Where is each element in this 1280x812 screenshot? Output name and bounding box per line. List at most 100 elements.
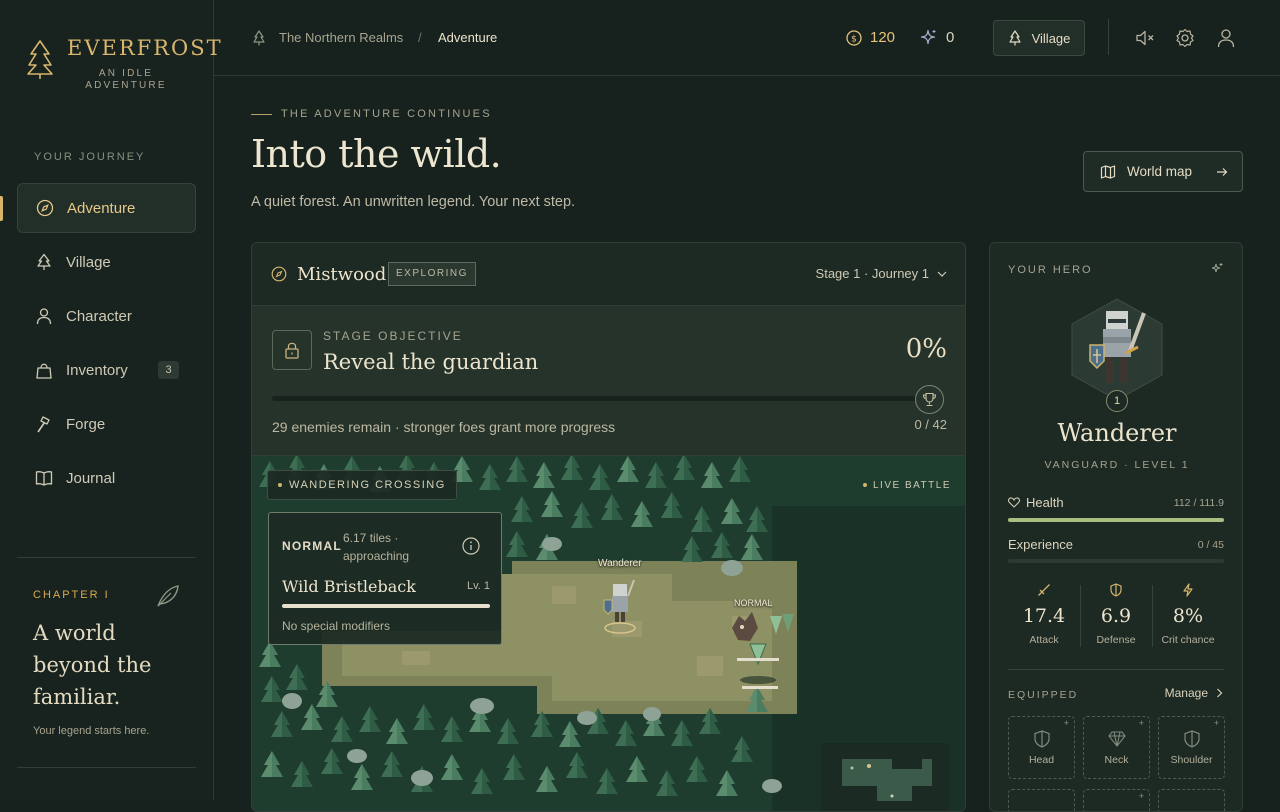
chevron-down-icon	[937, 271, 947, 277]
slot-shield-icon	[1184, 730, 1200, 748]
objective-percent: 0%	[905, 334, 947, 364]
nav-item-adventure[interactable]: Adventure	[17, 183, 196, 233]
defense-value: 6.9	[1100, 605, 1132, 627]
location-header: Mistwood EXPLORING Stage 1 · Journey 1	[252, 243, 965, 306]
stat-attack: 17.4 Attack	[1008, 583, 1080, 646]
enemy-health-fill	[282, 604, 490, 608]
trophy-icon	[915, 385, 944, 414]
manage-equipment-link[interactable]: Manage	[1165, 686, 1223, 700]
tree-icon	[1008, 30, 1021, 46]
lock-icon	[272, 330, 312, 370]
world-map-label: World map	[1127, 164, 1193, 179]
nav-label: Journal	[66, 469, 116, 487]
toolbar-divider	[1108, 19, 1109, 55]
location-name: Mistwood	[297, 264, 387, 285]
slot-label: Neck	[1104, 754, 1129, 766]
hero-level-badge: 1	[1106, 390, 1128, 412]
experience-row: Experience 0 / 45	[1008, 537, 1224, 552]
svg-text:$: $	[851, 34, 857, 44]
bolt-icon	[1183, 583, 1193, 597]
hero-map-label: Wanderer	[598, 558, 642, 569]
page-title: Into the wild.	[251, 132, 502, 176]
chevron-right-icon	[1217, 688, 1223, 698]
nav-item-village[interactable]: Village	[17, 237, 196, 287]
objective-note: 29 enemies remain · stronger foes grant …	[272, 419, 616, 435]
hero-divider	[1008, 669, 1224, 670]
nav-label: Adventure	[67, 199, 136, 217]
compass-icon	[271, 266, 287, 282]
book-icon	[35, 471, 53, 486]
objective-progress-bar	[272, 396, 919, 401]
crit-label: Crit chance	[1161, 634, 1215, 646]
nav-item-forge[interactable]: Forge	[17, 399, 196, 449]
breadcrumb-separator: /	[418, 30, 422, 45]
objective-count: 0 / 42	[914, 417, 947, 432]
nav-label: Inventory	[66, 361, 128, 379]
slot-label: Head	[1028, 754, 1055, 766]
nav-label: Village	[66, 253, 111, 271]
sidebar-divider	[17, 767, 196, 768]
crit-value: 8%	[1172, 605, 1204, 627]
info-icon[interactable]	[462, 537, 480, 555]
minimap-frame	[821, 743, 949, 811]
profile-icon[interactable]	[1217, 28, 1235, 48]
sparkle-icon[interactable]	[1210, 262, 1224, 276]
village-button[interactable]: Village	[993, 20, 1085, 56]
defense-label: Defense	[1096, 634, 1136, 646]
equip-slot[interactable]	[1008, 789, 1075, 811]
hero-panel: YOUR HERO 1 Wanderer VANGUARD · LEVEL 1 …	[989, 242, 1243, 812]
hero-name: Wanderer	[1057, 419, 1177, 447]
nav-item-journal[interactable]: Journal	[17, 453, 196, 503]
objective-title: Reveal the guardian	[323, 350, 539, 374]
world-map-button[interactable]: World map	[1083, 151, 1243, 192]
page-eyebrow: THE ADVENTURE CONTINUES	[251, 108, 492, 120]
brand-tagline: AN IDLE ADVENTURE	[85, 68, 167, 91]
tree-icon	[37, 253, 51, 270]
health-label: Health	[1026, 495, 1064, 510]
nav-label: Character	[66, 307, 132, 325]
nav-item-inventory[interactable]: Inventory 3	[17, 345, 196, 395]
hero-class-line: VANGUARD · LEVEL 1	[1044, 459, 1190, 471]
chapter-subtitle: Your legend starts here.	[33, 725, 150, 737]
nav-item-character[interactable]: Character	[17, 291, 196, 341]
person-icon	[36, 308, 52, 325]
health-bar	[1008, 518, 1224, 522]
equipped-heading: EQUIPPED	[1008, 689, 1079, 701]
essence-amount: 0	[946, 29, 955, 46]
hero-heading: YOUR HERO	[1008, 264, 1093, 276]
experience-label: Experience	[1008, 537, 1074, 552]
enemy-level: Lv. 1	[466, 580, 490, 592]
feather-icon	[157, 585, 179, 607]
stat-defense: 6.9 Defense	[1080, 583, 1152, 646]
sidebar-divider	[17, 557, 196, 558]
equip-slot-shoulder[interactable]: + Shoulder	[1158, 716, 1225, 779]
stage-label: Stage 1 · Journey 1	[815, 266, 929, 281]
equip-slot[interactable]: +	[1083, 789, 1150, 811]
bag-icon	[36, 363, 52, 379]
health-row: Health 112 / 111.9	[1008, 495, 1224, 510]
target-enemy-card[interactable]: NORMAL 6.17 tiles · approaching Wild Bri…	[268, 512, 502, 645]
pine-tree-logo-icon	[27, 40, 53, 79]
sword-icon	[1038, 584, 1050, 596]
active-nav-marker	[0, 196, 3, 221]
battle-map[interactable]: WANDERING CROSSING LIVE BATTLE Wanderer …	[252, 456, 965, 811]
equip-slot[interactable]	[1158, 789, 1225, 811]
manage-label: Manage	[1164, 686, 1208, 700]
equip-slot-neck[interactable]: + Neck	[1083, 716, 1150, 779]
breadcrumb-root[interactable]: The Northern Realms	[279, 30, 403, 45]
top-bar: The Northern Realms / Adventure $ 120 0 …	[214, 0, 1280, 76]
gem-icon	[1108, 731, 1126, 747]
enemy-health-bar	[282, 604, 490, 608]
stage-selector[interactable]: Stage 1 · Journey 1	[816, 266, 947, 281]
mute-icon[interactable]	[1135, 29, 1155, 47]
breadcrumb-current: Adventure	[438, 30, 498, 45]
essence-counter: 0	[920, 29, 954, 46]
adventure-panel: Mistwood EXPLORING Stage 1 · Journey 1 S…	[251, 242, 966, 812]
stat-crit-chance: 8% Crit chance	[1152, 583, 1224, 646]
slot-label: Shoulder	[1170, 754, 1213, 766]
equip-slot-head[interactable]: + Head	[1008, 716, 1075, 779]
enemy-modifiers: No special modifiers	[282, 619, 391, 633]
experience-value: 0 / 45	[1197, 538, 1224, 551]
settings-gear-icon[interactable]	[1175, 28, 1195, 48]
page-subtitle: A quiet forest. An unwritten legend. You…	[251, 194, 576, 210]
